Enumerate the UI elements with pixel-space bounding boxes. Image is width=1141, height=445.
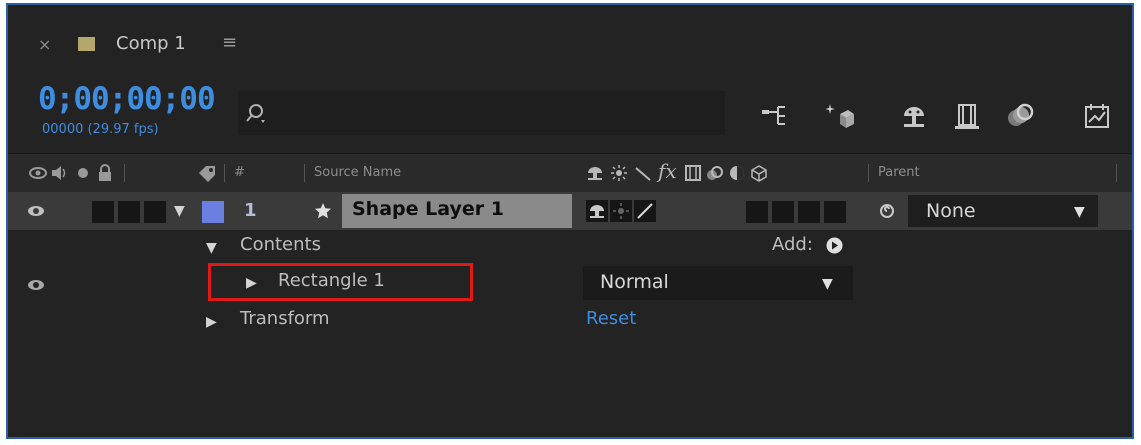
rectangle-visibility-eye-icon[interactable] xyxy=(26,276,46,294)
column-parent-header[interactable]: Parent xyxy=(878,165,920,180)
frame-blend-switch-icon[interactable] xyxy=(684,164,702,182)
transform-expand-triangle-icon[interactable]: ▶ xyxy=(206,314,217,330)
motion-blur-icon[interactable] xyxy=(1006,102,1034,130)
column-source-name-header[interactable]: Source Name xyxy=(314,165,401,180)
header-divider xyxy=(304,164,305,182)
contents-label[interactable]: Contents xyxy=(240,234,321,255)
layer-expand-triangle-icon[interactable]: ▼ xyxy=(174,203,185,219)
collapse-sun-icon xyxy=(613,203,629,219)
shy-switch-icon xyxy=(590,205,604,218)
draft-3d-icon[interactable] xyxy=(826,102,854,130)
layer-label-color[interactable] xyxy=(202,201,224,223)
highlight-annotation xyxy=(208,263,473,301)
timeline-panel: × Comp 1 ≡ 0;00;00;00 00000 (29.97 fps) xyxy=(6,3,1134,439)
chevron-down-icon[interactable]: ▼ xyxy=(822,276,833,292)
audio-speaker-icon[interactable] xyxy=(50,164,68,182)
shy-switch-icon[interactable] xyxy=(586,164,604,182)
current-time-display[interactable]: 0;00;00;00 xyxy=(38,81,216,117)
graph-editor-icon[interactable] xyxy=(1083,102,1111,130)
column-number-header[interactable]: # xyxy=(234,165,245,180)
header-divider xyxy=(868,164,869,182)
header-divider xyxy=(224,164,225,182)
frame-blending-icon[interactable] xyxy=(953,102,981,130)
frame-count-readout: 00000 (29.97 fps) xyxy=(42,122,159,137)
add-menu-button[interactable] xyxy=(826,237,843,254)
transform-label[interactable]: Transform xyxy=(240,308,330,329)
chevron-down-icon[interactable]: ▼ xyxy=(1074,204,1085,220)
comp-flowchart-icon[interactable] xyxy=(760,102,788,130)
shape-layer-star-icon xyxy=(315,203,331,219)
frame-blend-switch-box[interactable] xyxy=(746,201,768,223)
solo-dot-icon[interactable] xyxy=(74,164,92,182)
quality-slash-icon xyxy=(637,203,653,219)
solo-switch-box[interactable] xyxy=(118,201,140,223)
3d-switch-box[interactable] xyxy=(824,201,846,223)
blend-mode-value: Normal xyxy=(600,271,669,293)
add-label: Add: xyxy=(772,234,813,255)
motion-blur-switch-icon[interactable] xyxy=(706,164,724,182)
column-header: # Source Name fx Parent xyxy=(8,153,1132,193)
tab-bar: × Comp 1 ≡ xyxy=(8,5,1132,83)
lock-switch-box[interactable] xyxy=(144,201,166,223)
layer-name: Shape Layer 1 xyxy=(352,198,504,220)
comp-color-swatch xyxy=(78,37,95,51)
layer-number: 1 xyxy=(244,200,257,221)
layer-visibility-eye-icon[interactable] xyxy=(26,202,46,220)
search-input[interactable] xyxy=(238,91,725,135)
3d-layer-icon[interactable] xyxy=(750,164,768,182)
motion-blur-switch-box[interactable] xyxy=(772,201,794,223)
video-eye-icon[interactable] xyxy=(28,164,48,182)
collapse-sun-icon[interactable] xyxy=(610,164,628,182)
header-divider xyxy=(1116,164,1117,182)
audio-switch-box[interactable] xyxy=(92,201,114,223)
shy-layers-icon[interactable] xyxy=(900,102,928,130)
quality-slash-icon[interactable] xyxy=(634,164,652,182)
tab-comp-title[interactable]: Comp 1 xyxy=(116,33,186,54)
adjustment-layer-icon[interactable] xyxy=(728,164,746,182)
adjustment-switch-box[interactable] xyxy=(798,201,820,223)
layer-row[interactable]: ▼ 1 Shape Layer 1 None ▼ xyxy=(8,192,1132,230)
panel-menu-icon[interactable]: ≡ xyxy=(222,32,237,53)
lock-icon[interactable] xyxy=(96,164,114,182)
effects-fx-icon[interactable]: fx xyxy=(658,159,677,183)
parent-value: None xyxy=(926,200,976,222)
label-tag-icon[interactable] xyxy=(196,164,218,182)
reset-link[interactable]: Reset xyxy=(586,308,636,329)
contents-expand-triangle-icon[interactable]: ▼ xyxy=(206,240,217,256)
search-icon[interactable] xyxy=(246,103,268,125)
header-divider xyxy=(124,164,125,182)
close-tab-icon[interactable]: × xyxy=(38,35,51,54)
pick-whip-icon[interactable] xyxy=(878,202,896,220)
